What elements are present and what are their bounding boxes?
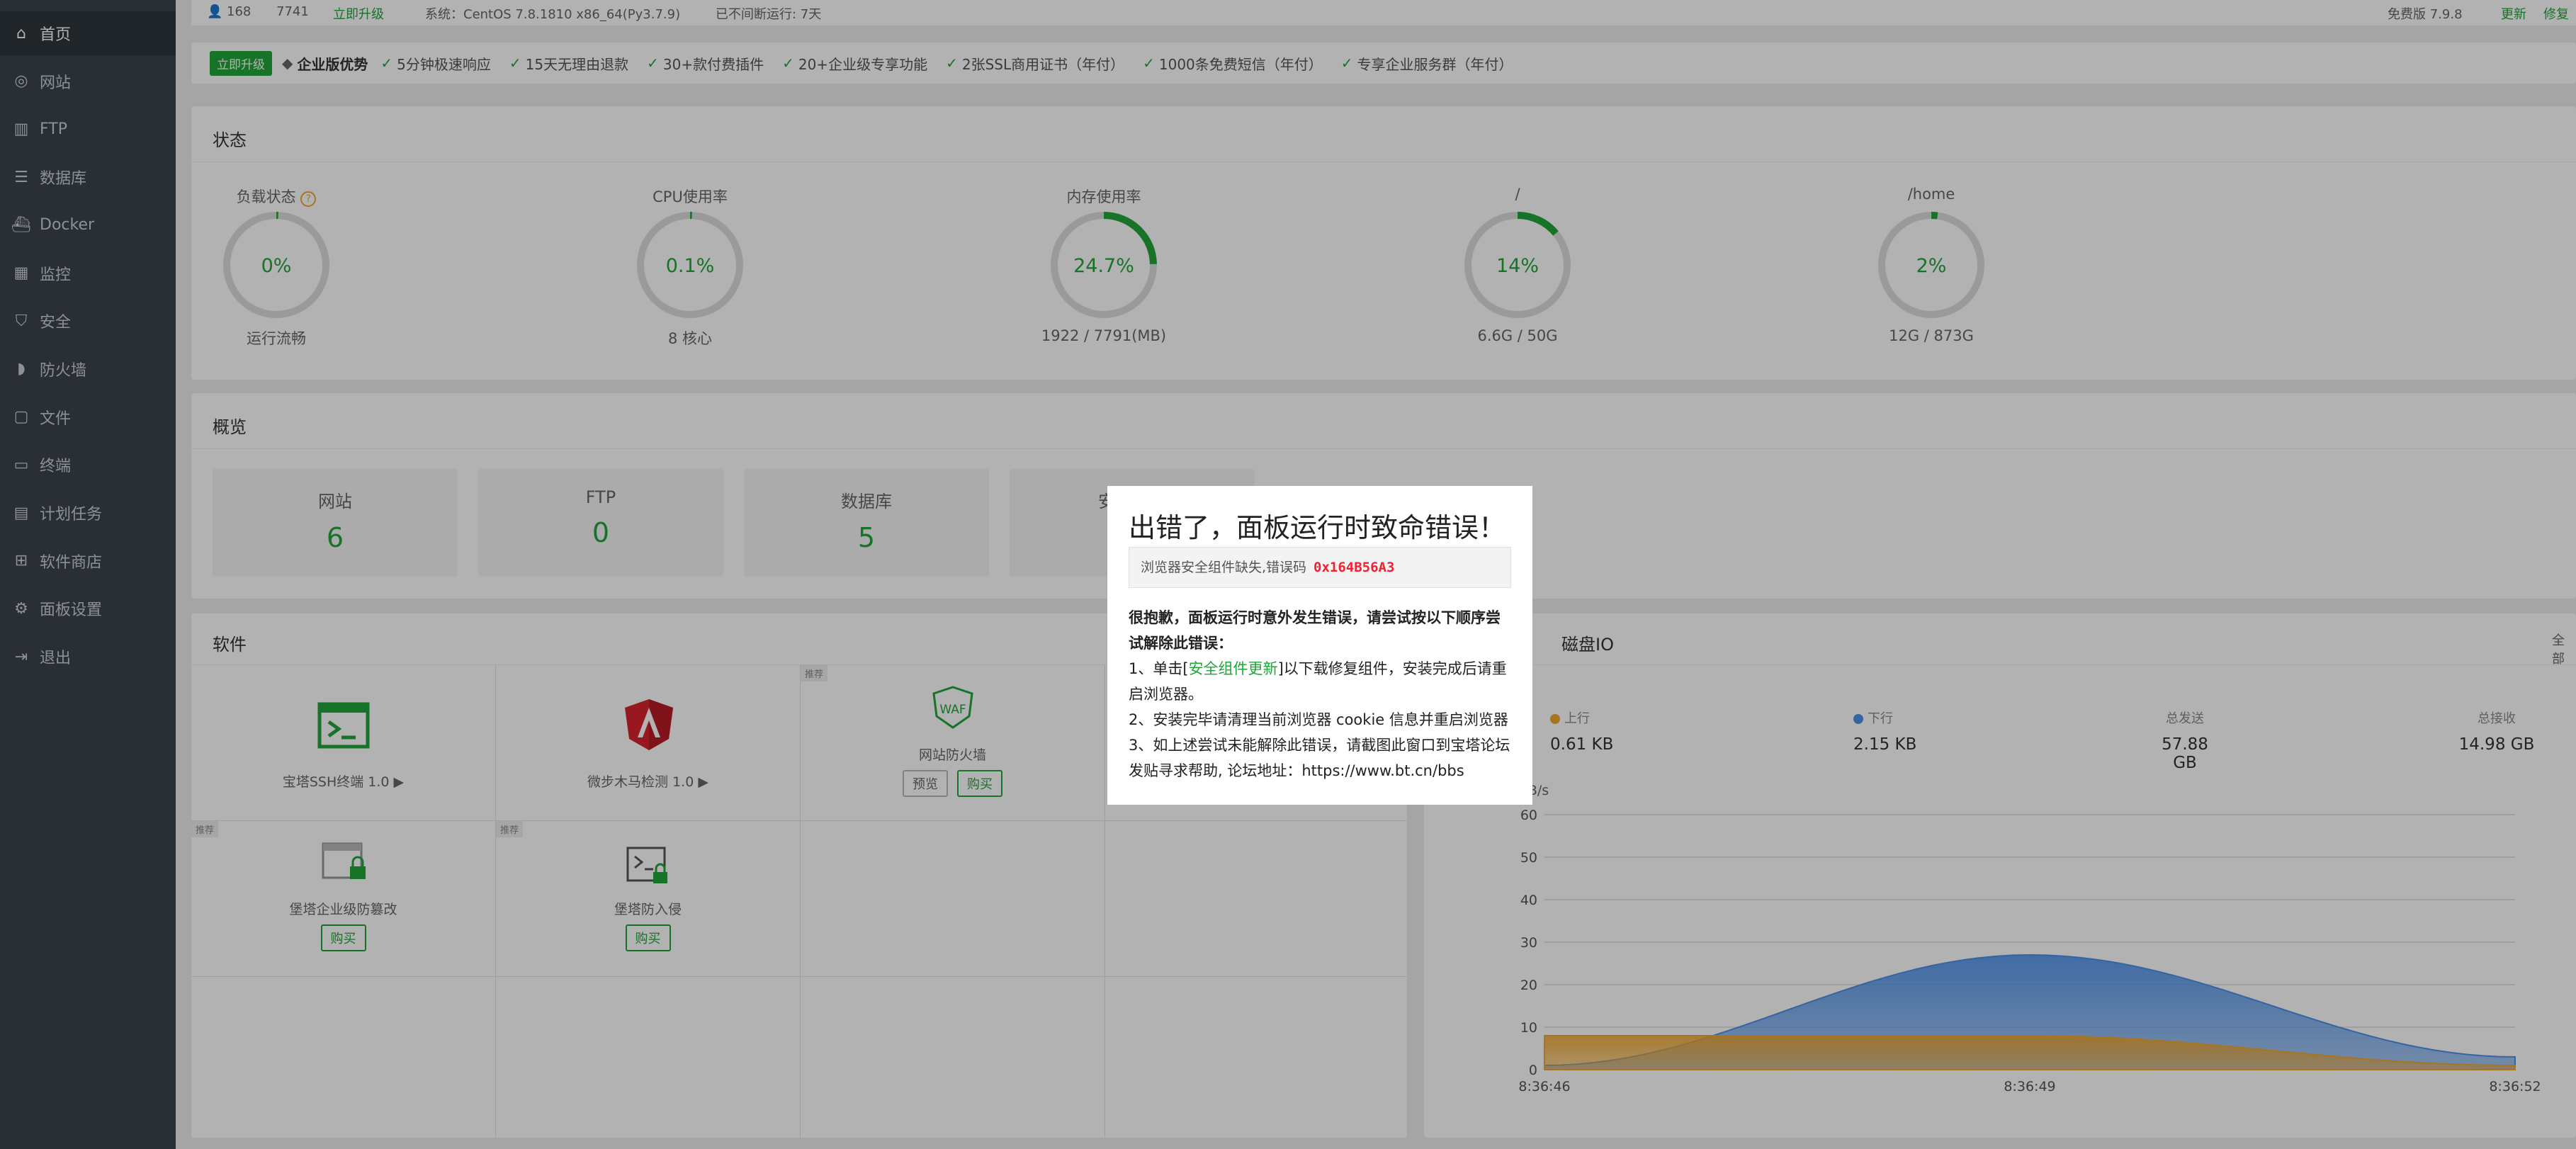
error-code: 0x164B56A3 — [1314, 560, 1395, 575]
error-dialog: 出错了，面板运行时致命错误！ 浏览器安全组件缺失,错误码 0x164B56A3 很… — [1107, 486, 1532, 805]
dialog-body: 很抱歉，面板运行时意外发生错误，请尝试按以下顺序尝试解除此错误： 1、单击[安全… — [1129, 605, 1515, 783]
dialog-title: 出错了，面板运行时致命错误！ — [1129, 512, 1506, 543]
security-update-link[interactable]: 安全组件更新 — [1189, 660, 1278, 677]
dialog-intro: 很抱歉，面板运行时意外发生错误，请尝试按以下顺序尝试解除此错误： — [1129, 609, 1501, 652]
step-3: 3、如上述尝试未能解除此错误，请截图此窗口到宝塔论坛发贴寻求帮助, 论坛地址：h… — [1129, 737, 1510, 779]
error-box: 浏览器安全组件缺失,错误码 0x164B56A3 — [1129, 547, 1511, 588]
step-2: 2、安装完毕请清理当前浏览器 cookie 信息并重启浏览器 — [1129, 711, 1508, 728]
step-1: 1、单击[安全组件更新]以下载修复组件，安装完成后请重启浏览器。 — [1129, 660, 1507, 703]
